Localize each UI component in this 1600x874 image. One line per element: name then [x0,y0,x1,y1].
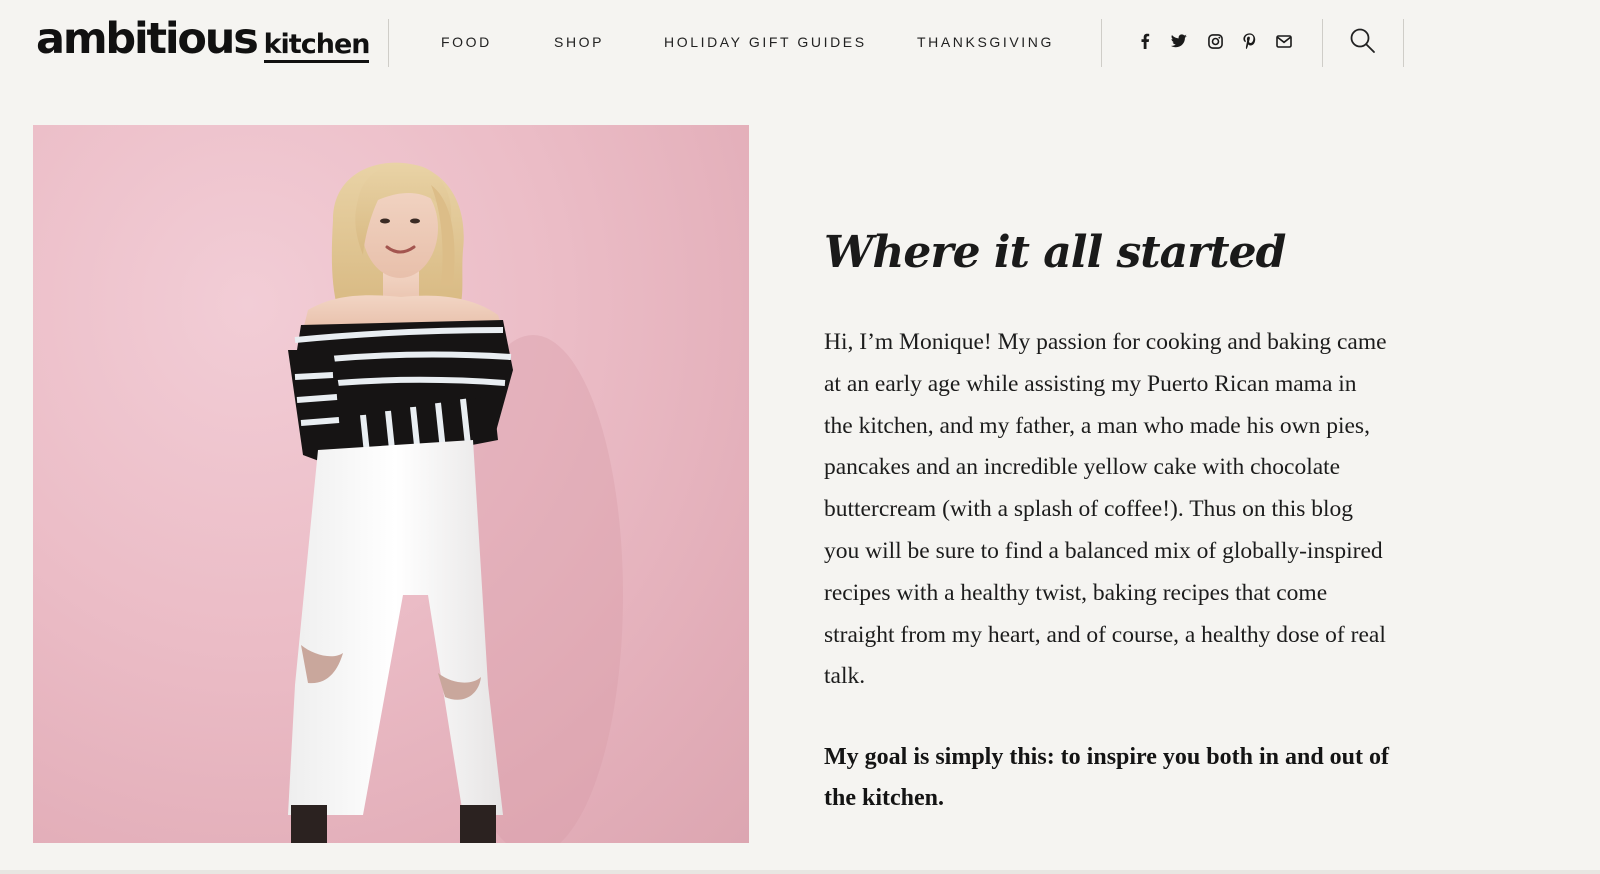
about-heading: Where it all started [824,227,1286,278]
search-button[interactable] [1348,26,1378,56]
email-icon[interactable] [1273,30,1295,52]
about-intro-paragraph: Hi, I’m Monique! My passion for cooking … [824,329,1387,690]
header-divider [388,19,389,67]
logo-sub-text: kitchen [263,30,370,63]
section-bottom-divider [0,870,1600,874]
nav-item-holiday-gift-guides[interactable]: HOLIDAY GIFT GUIDES [664,33,867,51]
site-logo[interactable]: ambitious kitchen [36,14,370,64]
instagram-icon[interactable] [1204,30,1226,52]
header-divider [1322,19,1323,67]
nav-item-shop[interactable]: SHOP [554,33,604,51]
pinterest-icon[interactable] [1238,30,1260,52]
about-goal-statement: My goal is simply this: to inspire you b… [824,744,1389,811]
site-header: ambitious kitchen FOOD SHOP HOLIDAY GIFT… [0,0,1600,84]
search-icon [1350,28,1375,53]
nav-item-food[interactable]: FOOD [441,33,492,51]
nav-item-thanksgiving[interactable]: THANKSGIVING [917,33,1054,51]
woman-portrait-icon [288,162,623,843]
facebook-icon[interactable] [1134,30,1156,52]
header-divider [1101,19,1102,67]
header-divider [1403,19,1404,67]
logo-main-text: ambitious [36,14,259,64]
about-photo [33,125,749,843]
twitter-icon[interactable] [1168,30,1190,52]
